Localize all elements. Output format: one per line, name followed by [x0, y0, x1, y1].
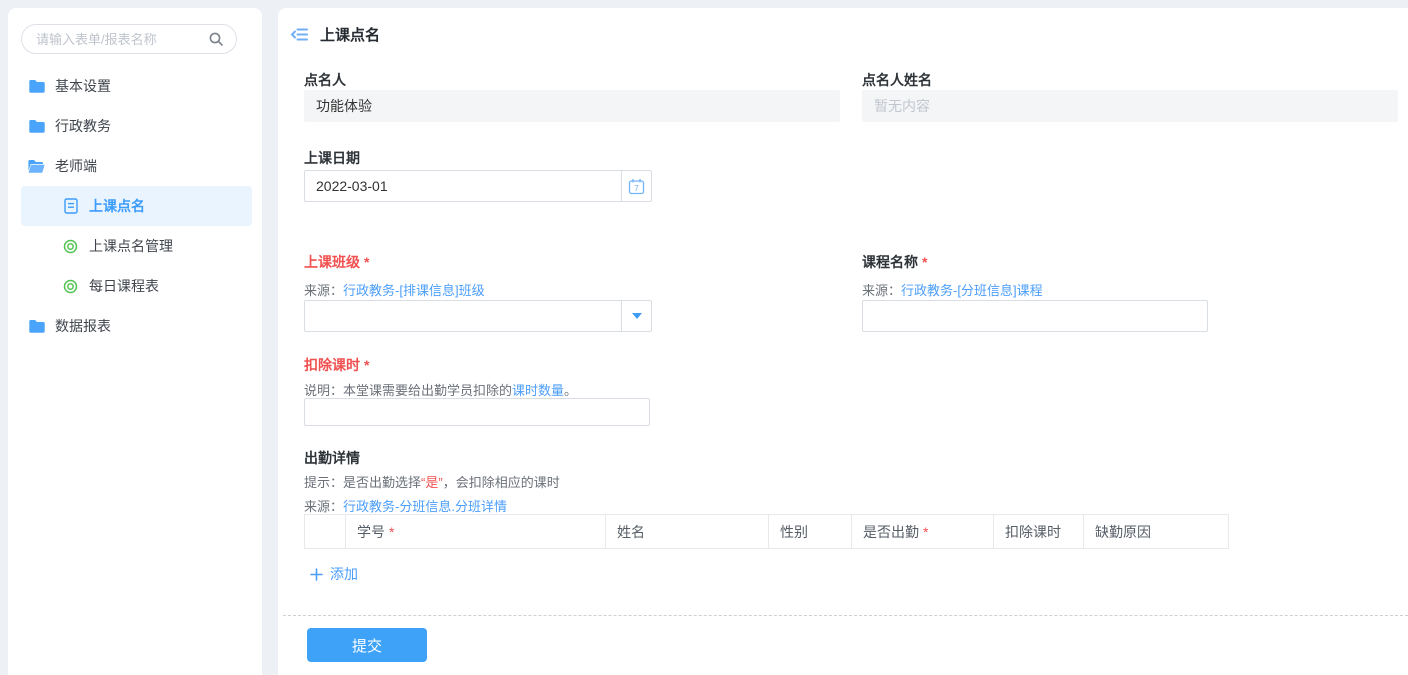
attendance-source: 来源：行政教务-分班信息.分班详情	[304, 496, 507, 515]
course-name-source: 来源：行政教务-[分班信息]课程	[862, 280, 1043, 299]
add-row-button[interactable]: 添加	[310, 564, 358, 584]
class-group-label: 上课班级*	[304, 252, 369, 272]
sidebar-item-basic-settings[interactable]: 基本设置	[8, 66, 262, 106]
folder-open-icon	[28, 159, 45, 173]
class-group-value[interactable]	[305, 301, 621, 331]
attendance-source-link[interactable]: 行政教务-分班信息.分班详情	[343, 499, 507, 514]
main-panel: 上课点名 点名人 功能体验 点名人姓名 暂无内容 上课日期 2022-03-01…	[278, 8, 1408, 675]
form-search-box[interactable]	[21, 24, 237, 54]
target-icon	[62, 279, 79, 294]
attendance-col-header-label: 缺勤原因	[1095, 522, 1151, 542]
required-mark: *	[389, 524, 394, 540]
calendar-icon[interactable]: 7	[621, 171, 651, 201]
sidebar-item-label: 上课点名	[89, 196, 145, 216]
plus-icon	[310, 568, 323, 581]
sidebar-item-label: 行政教务	[55, 116, 111, 136]
sidebar-item-admin-academic[interactable]: 行政教务	[8, 106, 262, 146]
attendance-col-header-label: 性别	[780, 522, 808, 542]
search-input[interactable]	[36, 32, 208, 47]
attendance-col-header	[305, 515, 345, 548]
course-name-source-link[interactable]: 行政教务-[分班信息]课程	[901, 283, 1043, 298]
attendance-col-header-label: 学号	[357, 522, 385, 542]
sidebar-item-daily-schedule[interactable]: 每日课程表	[8, 266, 262, 306]
class-group-source: 来源：行政教务-[排课信息]班级	[304, 280, 485, 299]
sidebar-item-class-rollcall[interactable]: 上课点名	[21, 186, 252, 226]
deduct-hours-input[interactable]	[304, 398, 650, 426]
required-mark: *	[923, 524, 928, 540]
folder-icon	[28, 79, 45, 93]
class-date-label: 上课日期	[304, 148, 360, 168]
sidebar-item-label: 每日课程表	[89, 276, 159, 296]
sidebar-item-data-report[interactable]: 数据报表	[8, 306, 262, 346]
folder-icon	[28, 119, 45, 133]
course-name-label: 课程名称*	[862, 252, 927, 272]
course-name-input[interactable]	[862, 300, 1208, 332]
caller-name-label: 点名人姓名	[862, 70, 932, 90]
caller-field: 功能体验	[304, 90, 840, 122]
attendance-label: 出勤详情	[304, 448, 360, 468]
caller-name-field: 暂无内容	[862, 90, 1398, 122]
deduct-hours-note: 说明：本堂课需要给出勤学员扣除的课时数量。	[304, 380, 577, 399]
attendance-col-header: 是否出勤*	[851, 515, 993, 548]
attendance-table-header-row: 学号*姓名性别是否出勤*扣除课时缺勤原因	[304, 514, 1229, 549]
add-row-label: 添加	[330, 564, 358, 584]
class-date-input[interactable]: 2022-03-01 7	[304, 170, 652, 202]
sidebar-item-label: 上课点名管理	[89, 236, 173, 256]
caller-label: 点名人	[304, 70, 346, 90]
attendance-col-header: 性别	[768, 515, 851, 548]
folder-icon	[28, 319, 45, 333]
attendance-col-header-label: 姓名	[617, 522, 645, 542]
target-icon	[62, 239, 79, 254]
deduct-hours-note-link[interactable]: 课时数量	[512, 383, 564, 398]
attendance-col-header: 学号*	[345, 515, 605, 548]
sidebar-item-label: 基本设置	[55, 76, 111, 96]
document-icon	[62, 198, 79, 214]
page-title: 上课点名	[320, 24, 380, 45]
svg-text:7: 7	[634, 183, 639, 193]
sidebar-menu: 基本设置行政教务老师端上课点名上课点名管理每日课程表数据报表	[8, 66, 262, 346]
select-arrow-icon[interactable]	[621, 301, 651, 331]
sidebar-item-label: 老师端	[55, 156, 97, 176]
attendance-col-header: 缺勤原因	[1083, 515, 1228, 548]
sidebar-item-rollcall-management[interactable]: 上课点名管理	[8, 226, 262, 266]
sidebar-item-teacher-side[interactable]: 老师端	[8, 146, 262, 186]
submit-button[interactable]: 提交	[307, 628, 427, 662]
class-group-select[interactable]	[304, 300, 652, 332]
sidebar: 基本设置行政教务老师端上课点名上课点名管理每日课程表数据报表	[8, 8, 262, 675]
attendance-tip: 提示：是否出勤选择“是”，会扣除相应的课时	[304, 472, 560, 491]
attendance-col-header-label: 扣除课时	[1005, 522, 1061, 542]
main-header: 上课点名	[290, 24, 380, 45]
class-date-value[interactable]: 2022-03-01	[305, 171, 621, 201]
attendance-col-header-label: 是否出勤	[863, 522, 919, 542]
divider	[283, 615, 1408, 616]
class-group-source-link[interactable]: 行政教务-[排课信息]班级	[343, 283, 485, 298]
deduct-hours-label: 扣除课时*	[304, 355, 369, 375]
attendance-col-header: 扣除课时	[993, 515, 1083, 548]
collapse-back-icon[interactable]	[290, 26, 309, 43]
attendance-col-header: 姓名	[605, 515, 768, 548]
sidebar-item-label: 数据报表	[55, 316, 111, 336]
search-icon[interactable]	[208, 31, 224, 47]
